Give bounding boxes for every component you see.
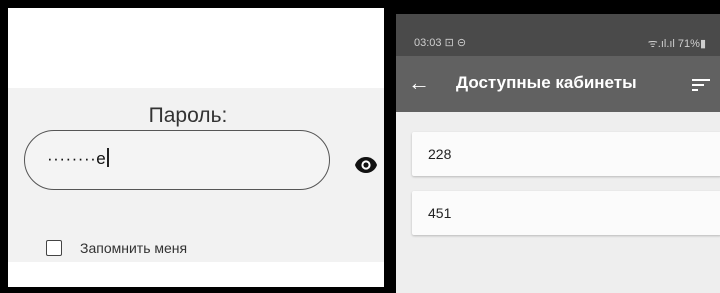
room-card[interactable]: 451 bbox=[412, 191, 720, 235]
back-arrow-icon[interactable]: ← bbox=[408, 70, 430, 96]
screenshot-frame: Пароль: ········е Запомнить меня 03:03 ⊡… bbox=[0, 0, 720, 293]
password-masked-text: ········ bbox=[47, 149, 97, 168]
room-number: 228 bbox=[428, 146, 452, 162]
password-value: ········е bbox=[47, 148, 109, 169]
eye-icon[interactable] bbox=[354, 156, 378, 174]
password-input[interactable]: ········е bbox=[24, 130, 330, 190]
sort-icon[interactable] bbox=[692, 78, 710, 92]
remember-me-checkbox[interactable] bbox=[46, 240, 62, 256]
remember-me-label[interactable]: Запомнить меня bbox=[80, 240, 187, 256]
room-number: 451 bbox=[428, 205, 452, 221]
room-card[interactable]: 228 bbox=[412, 132, 720, 176]
password-label: Пароль: bbox=[148, 104, 228, 127]
phone-screen: 03:03 ⊡ ⊝ ᯤ.ıl.ıl 71%▮ ← Доступные кабин… bbox=[396, 14, 720, 293]
status-indicators: ᯤ.ıl.ıl 71%▮ bbox=[647, 38, 706, 50]
password-last-char: е bbox=[96, 149, 107, 168]
status-time: 03:03 ⊡ ⊝ bbox=[414, 37, 467, 49]
status-bar: 03:03 ⊡ ⊝ ᯤ.ıl.ıl 71%▮ bbox=[396, 14, 720, 56]
page-title: Доступные кабинеты bbox=[456, 73, 637, 92]
app-bar: ← Доступные кабинеты bbox=[396, 56, 720, 112]
text-caret bbox=[107, 148, 109, 167]
login-form-panel: Пароль: ········е Запомнить меня bbox=[8, 8, 384, 287]
